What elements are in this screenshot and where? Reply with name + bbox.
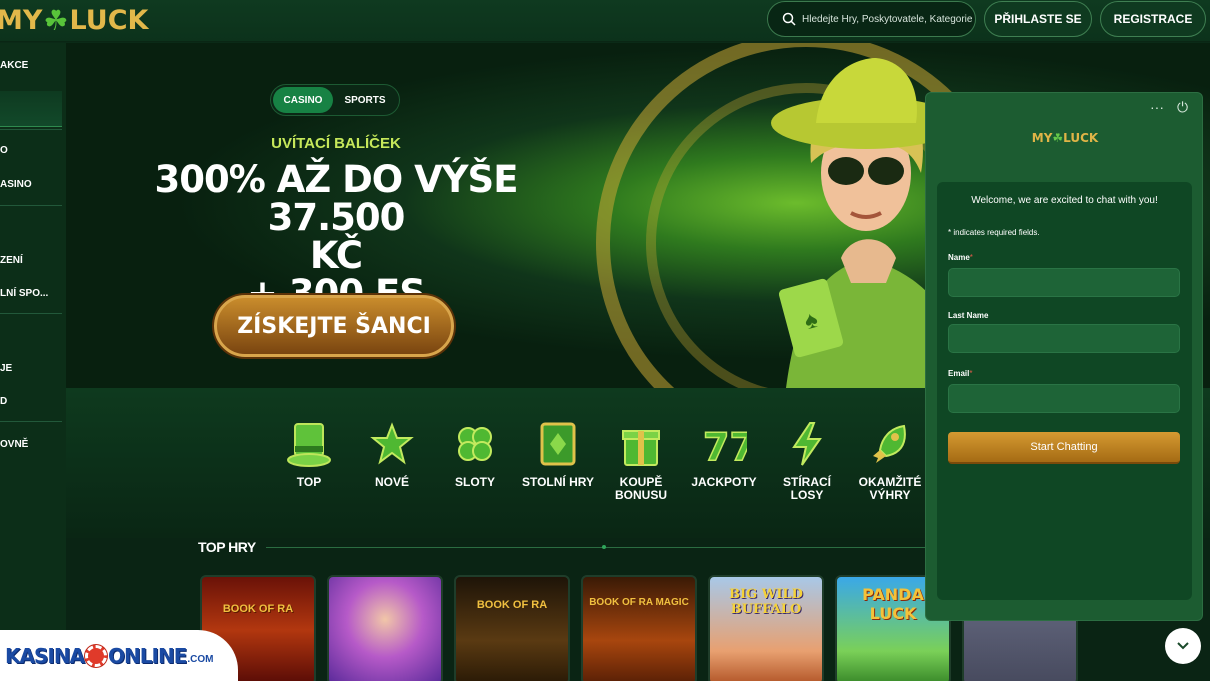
search-placeholder: Hledejte Hry, Poskytovatele, Kategorie <box>802 13 973 25</box>
category-label: SLOTY <box>454 475 495 489</box>
game-title: BOOK OF RA <box>476 599 548 611</box>
category-label: OKAMŽITÉ VÝHRY <box>858 475 922 502</box>
headline-line-2: KČ <box>309 234 363 277</box>
sidebar-item-casino[interactable]: ASINO <box>0 179 32 190</box>
chat-menu-icon[interactable]: ··· <box>1150 99 1164 115</box>
chevron-down-icon <box>1177 642 1189 650</box>
watermark-part2: ONLINE <box>108 643 187 668</box>
sidebar-item-active[interactable] <box>0 91 62 127</box>
card-icon <box>540 422 576 466</box>
tab-sports[interactable]: SPORTS <box>333 87 397 113</box>
tab-casino[interactable]: CASINO <box>273 87 333 113</box>
clover-icon <box>458 427 492 461</box>
sidebar-divider <box>0 313 62 314</box>
scroll-toggle-button[interactable] <box>1165 628 1201 664</box>
category-label: KOUPĚ BONUSU <box>614 475 667 502</box>
search-icon <box>782 12 796 26</box>
category-jackpots[interactable]: 77 JACKPOTY <box>686 418 762 489</box>
promo-headline: 300% AŽ DO VÝŠE 37.500 KČ + 300 FS <box>106 161 566 313</box>
category-label: STÍRACÍ LOSY <box>783 475 831 502</box>
game-tile[interactable]: BOOK OF RA <box>454 575 570 681</box>
category-instant-wins[interactable]: OKAMŽITÉ VÝHRY <box>852 418 928 502</box>
sidebar-divider <box>0 129 62 130</box>
lastname-field[interactable] <box>948 324 1180 353</box>
game-tile[interactable] <box>327 575 443 681</box>
category-bonus-buy[interactable]: KOUPĚ BONUSU <box>603 418 679 502</box>
section-divider-dot <box>602 545 606 549</box>
game-title: BIG WILD BUFFALO <box>729 587 803 617</box>
top-games-heading: TOP HRY <box>198 539 256 555</box>
login-button[interactable]: PŘIHLASTE SE <box>984 1 1092 37</box>
search-input[interactable]: Hledejte Hry, Poskytovatele, Kategorie <box>767 1 976 37</box>
top-hat-icon <box>287 423 331 467</box>
name-field[interactable] <box>948 268 1180 297</box>
sidebar-item-7[interactable]: D <box>0 396 7 407</box>
poker-chip-icon <box>85 644 108 667</box>
sidebar-item-6[interactable]: JE <box>0 363 12 374</box>
required-note: * indicates required fields. <box>948 228 1040 237</box>
sidebar-item-akce[interactable]: AKCE <box>0 60 28 71</box>
category-label: STOLNÍ HRY <box>521 475 594 489</box>
sidebar-item-5[interactable]: LNÍ SPO... <box>0 288 48 299</box>
category-slots[interactable]: SLOTY <box>437 418 513 489</box>
clover-icon: ☘ <box>1052 131 1064 145</box>
game-title: BOOK OF RA MAGIC <box>589 597 689 608</box>
category-scratch[interactable]: STÍRACÍ LOSY <box>769 418 845 502</box>
sidebar: AKCE O ASINO ZENÍ LNÍ SPO... JE D OVNĚ <box>0 43 66 681</box>
lightning-icon <box>792 422 822 466</box>
welcome-package-label: UVÍTACÍ BALÍČEK <box>271 135 401 152</box>
chat-logo-left: MY <box>1031 131 1053 145</box>
gift-icon <box>622 430 660 466</box>
category-table-games[interactable]: STOLNÍ HRY <box>520 418 596 489</box>
email-label: Email* <box>948 369 973 378</box>
register-button[interactable]: REGISTRACE <box>1100 1 1206 37</box>
email-field[interactable] <box>948 384 1180 413</box>
casino-sports-toggle: CASINO SPORTS <box>270 84 400 116</box>
name-label: Name* <box>948 253 973 262</box>
sidebar-item-4[interactable]: ZENÍ <box>0 255 23 266</box>
site-logo[interactable]: MY ☘ LUCK <box>0 4 148 37</box>
chat-welcome-text: Welcome, we are excited to chat with you… <box>971 195 1158 206</box>
headline-line-1: 300% AŽ DO VÝŠE 37.500 <box>154 158 519 239</box>
svg-text:77: 77 <box>703 425 747 466</box>
sidebar-item-2[interactable]: O <box>0 145 8 156</box>
rocket-icon <box>873 424 906 463</box>
chat-logo-right: LUCK <box>1063 131 1099 145</box>
game-tile[interactable]: BOOK OF RA MAGIC <box>581 575 697 681</box>
category-label: NOVÉ <box>374 475 409 489</box>
watermark-part3: .COM <box>187 654 214 665</box>
start-chatting-button[interactable]: Start Chatting <box>948 432 1180 464</box>
sidebar-item-8[interactable]: OVNĚ <box>0 439 28 450</box>
top-bar: MY ☘ LUCK Hledejte Hry, Poskytovatele, Kat… <box>0 0 1210 42</box>
category-top[interactable]: TOP <box>271 418 347 489</box>
section-divider <box>266 547 926 548</box>
seven-icon: 77 <box>702 424 747 466</box>
watermark-badge: KASINA ONLINE .COM <box>0 630 238 681</box>
sidebar-divider <box>0 421 62 422</box>
lastname-label: Last Name <box>948 311 989 320</box>
chat-power-icon[interactable]: ⏻ <box>1177 99 1188 116</box>
logo-text-right: LUCK <box>69 5 149 36</box>
clover-icon: ☘ <box>43 4 69 37</box>
game-title: BOOK OF RA <box>222 603 294 615</box>
category-new[interactable]: NOVÉ <box>354 418 430 489</box>
game-tile[interactable]: BIG WILD BUFFALO <box>708 575 824 681</box>
sidebar-divider <box>0 205 62 206</box>
logo-text-left: MY <box>0 5 43 36</box>
category-label: TOP <box>296 475 322 489</box>
claim-bonus-button[interactable]: ZÍSKEJTE ŠANCI <box>214 295 454 357</box>
category-label: JACKPOTY <box>691 475 757 489</box>
chat-logo: MY☘LUCK <box>926 131 1204 145</box>
chat-widget: ··· ⏻ MY☘LUCK Welcome, we are excited to… <box>925 92 1203 621</box>
watermark-part1: KASINA <box>5 643 85 668</box>
chat-form-panel: Welcome, we are excited to chat with you… <box>937 182 1192 600</box>
star-icon <box>370 422 414 465</box>
